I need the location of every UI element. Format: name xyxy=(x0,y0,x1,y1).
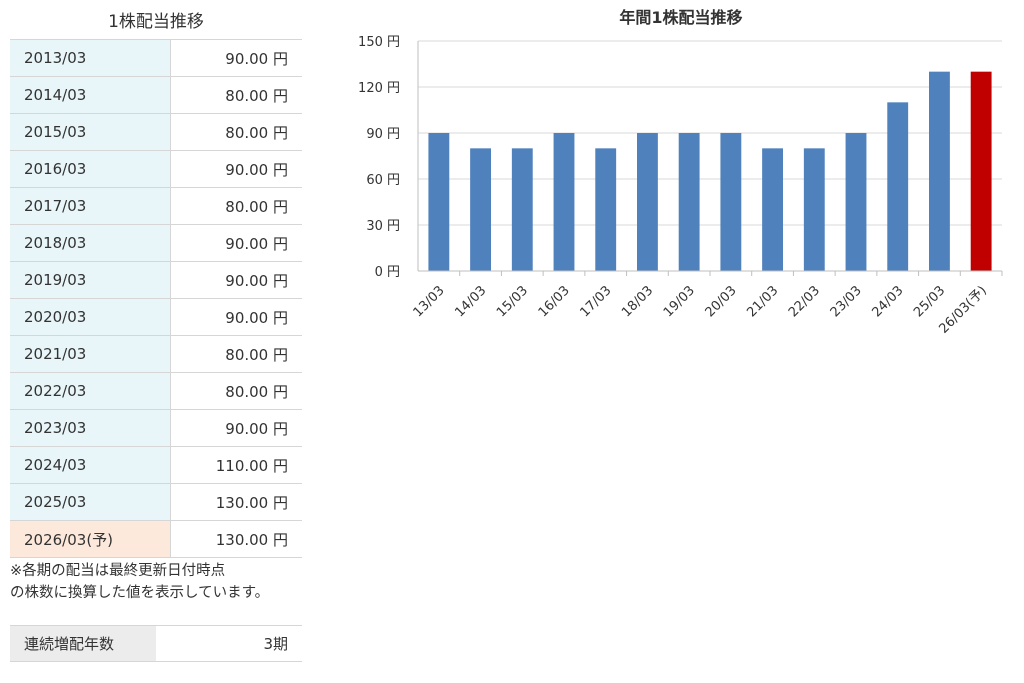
x-tick-label: 25/03 xyxy=(911,283,948,320)
bar xyxy=(678,133,700,271)
y-tick-label: 30 円 xyxy=(366,219,400,234)
table-row: 2020/03 90.00 円 xyxy=(10,298,302,336)
period-cell: 2021/03 xyxy=(10,335,170,373)
period-cell: 2026/03(予) xyxy=(10,520,170,558)
bar xyxy=(720,133,742,271)
streak-value: 3期 xyxy=(156,625,302,662)
dividend-value-cell: 80.00 円 xyxy=(169,372,302,410)
x-tick-label: 15/03 xyxy=(494,283,531,320)
dividend-value-cell: 90.00 円 xyxy=(169,150,302,188)
period-cell: 2017/03 xyxy=(10,187,170,225)
bar xyxy=(970,71,992,272)
y-tick-label: 120 円 xyxy=(358,81,400,96)
x-tick-label: 21/03 xyxy=(744,283,781,320)
x-tick-label: 23/03 xyxy=(828,283,865,320)
x-tick-label: 24/03 xyxy=(869,283,906,320)
chart-svg: 年間1株配当推移 0 円30 円60 円90 円120 円150 円13/03 1… xyxy=(358,8,1003,337)
table-row: 2018/03 90.00 円 xyxy=(10,224,302,262)
streak-label: 連続増配年数 xyxy=(10,625,156,662)
table-row: 2019/03 90.00 円 xyxy=(10,261,302,299)
chart-title: 年間1株配当推移 xyxy=(619,8,742,27)
dividend-value-cell: 80.00 円 xyxy=(169,335,302,373)
table-row: 2024/03 110.00 円 xyxy=(10,446,302,484)
streak-row: 連続増配年数 3期 xyxy=(10,625,302,662)
period-cell: 2023/03 xyxy=(10,409,170,447)
period-cell: 2016/03 xyxy=(10,150,170,188)
period-cell: 2022/03 xyxy=(10,372,170,410)
period-cell: 2019/03 xyxy=(10,261,170,299)
dividend-value-cell: 90.00 円 xyxy=(169,409,302,447)
dividend-value-cell: 90.00 円 xyxy=(169,224,302,262)
table-row: 2022/03 80.00 円 xyxy=(10,372,302,410)
x-tick-label: 20/03 xyxy=(703,283,740,320)
dividend-value-cell: 80.00 円 xyxy=(169,113,302,151)
table-row: 2013/03 90.00 円 xyxy=(10,39,302,77)
period-cell: 2024/03 xyxy=(10,446,170,484)
bar xyxy=(929,71,950,272)
y-tick-label: 150 円 xyxy=(358,35,400,50)
period-cell: 2020/03 xyxy=(10,298,170,336)
y-tick-label: 0 円 xyxy=(375,265,400,280)
x-tick-label: 18/03 xyxy=(619,283,656,320)
dividend-value-cell: 90.00 円 xyxy=(169,261,302,299)
bar xyxy=(428,133,450,271)
period-cell: 2015/03 xyxy=(10,113,170,151)
x-tick-label: 19/03 xyxy=(661,283,698,320)
x-tick-label: 14/03 xyxy=(452,283,489,320)
bar xyxy=(803,148,825,271)
table-row: 2016/03 90.00 円 xyxy=(10,150,302,188)
dividend-value-cell: 130.00 円 xyxy=(169,483,302,521)
dividend-value-cell: 110.00 円 xyxy=(169,446,302,484)
period-cell: 2013/03 xyxy=(10,39,170,77)
table-title: 1株配当推移 xyxy=(108,12,204,32)
dividend-chart: 年間1株配当推移 0 円 30 円 60 円 90 円 120 円 150 円 13/03 1… xyxy=(330,0,1020,360)
note-text: ※各期の配当は最終更新日付時点 の株数に換算した値を表示しています。 xyxy=(10,560,302,604)
bar xyxy=(553,133,575,271)
dividend-table-panel: 1株配当推移 2013/03 90.00 円 2014/03 80.00 円 2015/… xyxy=(10,0,302,662)
table-row: 2015/03 80.00 円 xyxy=(10,113,302,151)
dividend-value-cell: 80.00 円 xyxy=(169,76,302,114)
bar xyxy=(762,148,783,271)
y-tick-label: 60 円 xyxy=(366,173,400,188)
bar xyxy=(637,133,658,271)
table-row: 2014/03 80.00 円 xyxy=(10,76,302,114)
streak-table: 連続増配年数 3期 xyxy=(10,625,302,662)
dividend-value-cell: 130.00 円 xyxy=(169,520,302,558)
x-tick-label: 13/03 xyxy=(411,283,448,320)
dividend-value-cell: 80.00 円 xyxy=(169,187,302,225)
note-line-1: ※各期の配当は最終更新日付時点 xyxy=(10,563,226,579)
bar xyxy=(595,148,617,271)
dividend-value-cell: 90.00 円 xyxy=(169,298,302,336)
period-cell: 2025/03 xyxy=(10,483,170,521)
period-cell: 2014/03 xyxy=(10,76,170,114)
bar xyxy=(887,102,909,271)
note-line-2: の株数に換算した値を表示しています。 xyxy=(10,585,270,601)
y-tick-label: 90 円 xyxy=(366,127,400,142)
bar xyxy=(470,148,491,271)
table-row: 2025/03 130.00 円 xyxy=(10,483,302,521)
table-row: 2026/03(予) 130.00 円 xyxy=(10,520,302,558)
bar xyxy=(845,133,867,271)
period-cell: 2018/03 xyxy=(10,224,170,262)
table-row: 2023/03 90.00 円 xyxy=(10,409,302,447)
x-tick-label: 22/03 xyxy=(786,283,823,320)
dividend-table: 2013/03 90.00 円 2014/03 80.00 円 2015/03 80.00… xyxy=(10,39,302,558)
table-row: 2017/03 80.00 円 xyxy=(10,187,302,225)
x-tick-label: 17/03 xyxy=(577,283,614,320)
bar xyxy=(511,148,533,271)
dividend-value-cell: 90.00 円 xyxy=(169,39,302,77)
table-row: 2021/03 80.00 円 xyxy=(10,335,302,373)
x-tick-label: 16/03 xyxy=(536,283,573,320)
